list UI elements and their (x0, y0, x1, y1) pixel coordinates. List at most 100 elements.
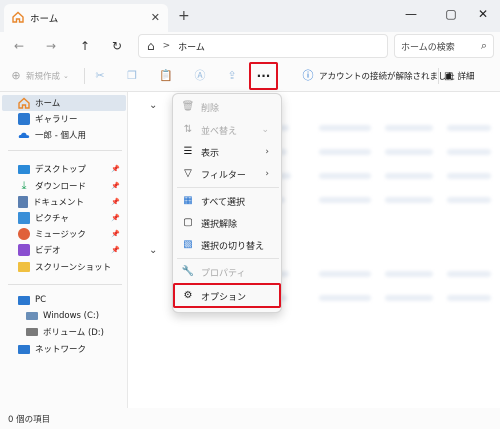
sidebar-item-label: ボリューム (D:) (43, 328, 104, 338)
chevron-down-icon[interactable]: ⌄ (149, 100, 157, 111)
chevron-down-icon: ⌄ (261, 125, 269, 135)
menu-item-label: 表示 (201, 148, 220, 159)
pin-icon[interactable]: 📌 (111, 165, 120, 173)
navigation-pane: ホーム ギャラリー 一郎 - 個人用 デスクトップ 📌 ⤓ ダウンロード 📌 ド… (0, 92, 128, 408)
info-icon: ⓘ (302, 69, 314, 82)
sidebar-item-label: デスクトップ (35, 165, 87, 175)
sidebar-item-network[interactable]: ネットワーク (2, 341, 126, 357)
sidebar-item-music[interactable]: ミュージック 📌 (2, 226, 126, 242)
back-button[interactable]: ← (8, 36, 30, 56)
sidebar-item-drive-d[interactable]: ボリューム (D:) (2, 324, 126, 340)
menu-item-delete[interactable]: 🗑 削除 (177, 97, 277, 117)
menu-item-sort[interactable]: ⇅ 並べ替え ⌄ (177, 120, 277, 140)
tab-title: ホーム (30, 14, 59, 25)
list-item (385, 271, 433, 277)
invert-selection-icon: ▧ (183, 239, 193, 250)
sidebar-item-label: Windows (C:) (43, 311, 100, 321)
sidebar-item-label: ビデオ (35, 246, 61, 256)
chevron-right-icon: › (265, 169, 269, 179)
network-icon (18, 344, 30, 354)
see-more-button[interactable]: ··· (249, 62, 278, 90)
pin-icon[interactable]: 📌 (111, 182, 120, 190)
gallery-icon (18, 113, 30, 125)
menu-item-select-none[interactable]: ▢ 選択解除 (177, 213, 277, 233)
pin-icon[interactable]: 📌 (111, 214, 120, 222)
list-item (319, 295, 371, 301)
divider (84, 68, 85, 84)
pin-icon[interactable]: 📌 (111, 230, 120, 238)
trash-icon: 🗑 (181, 101, 195, 112)
address-field[interactable]: ⌂ > ホーム (138, 34, 388, 58)
home-icon (18, 97, 30, 109)
sidebar-item-downloads[interactable]: ⤓ ダウンロード 📌 (2, 178, 126, 194)
chevron-right-icon: > (162, 41, 171, 51)
chevron-down-icon[interactable]: ⌄ (149, 245, 157, 256)
status-bar: 0 個の項目 (0, 408, 500, 429)
maximize-button[interactable]: ▢ (436, 4, 466, 24)
search-input[interactable]: ホームの検索 ⌕ (394, 34, 494, 58)
details-button[interactable]: ▣ 詳細 (444, 66, 474, 86)
new-button[interactable]: ⊕ 新規作成 ⌄ (8, 66, 69, 86)
minimize-button[interactable]: — (396, 4, 426, 24)
copy-icon: ❐ (127, 69, 137, 82)
menu-item-view[interactable]: ☰ 表示 › (177, 142, 277, 162)
details-label: 詳細 (457, 72, 475, 82)
refresh-button[interactable]: ↻ (106, 36, 128, 56)
pin-icon[interactable]: 📌 (111, 246, 120, 254)
title-bar: ホーム ✕ + — ▢ ✕ (0, 0, 500, 32)
copy-button[interactable]: ❐ (124, 66, 140, 86)
close-window-button[interactable]: ✕ (468, 4, 498, 24)
list-item (447, 197, 491, 203)
sidebar-item-onedrive[interactable]: 一郎 - 個人用 (2, 127, 126, 143)
sidebar-item-documents[interactable]: ドキュメント 📌 (2, 194, 126, 210)
video-icon (18, 244, 30, 256)
menu-item-label: 選択解除 (201, 219, 238, 230)
select-none-icon: ▢ (183, 217, 193, 228)
options-highlight (173, 283, 281, 308)
cut-button[interactable]: ✂ (92, 66, 108, 86)
list-item (319, 271, 371, 277)
sidebar-item-drive-c[interactable]: Windows (C:) (2, 308, 126, 324)
sidebar-item-pictures[interactable]: ピクチャ 📌 (2, 210, 126, 226)
menu-item-invert-selection[interactable]: ▧ 選択の切り替え (177, 235, 277, 255)
sidebar-item-videos[interactable]: ビデオ 📌 (2, 242, 126, 258)
select-all-icon: ▦ (183, 195, 193, 206)
list-item (385, 149, 433, 155)
paste-icon: 📋 (159, 69, 173, 82)
sidebar-item-home[interactable]: ホーム (2, 95, 126, 111)
sidebar-item-label: ホーム (35, 99, 61, 109)
menu-item-filter[interactable]: ▽ フィルター › (177, 164, 277, 184)
sidebar-item-label: PC (35, 295, 47, 305)
paste-button[interactable]: 📋 (158, 66, 174, 86)
share-button[interactable]: ⇪ (224, 66, 240, 86)
menu-item-properties[interactable]: 🔧 プロパティ (177, 262, 277, 282)
sidebar-item-screenshots[interactable]: スクリーンショット (2, 259, 126, 275)
item-count: 0 個の項目 (8, 414, 51, 425)
chevron-down-icon: ⌄ (63, 72, 69, 80)
sidebar-item-label: ネットワーク (35, 345, 87, 355)
forward-button[interactable]: → (40, 36, 62, 56)
list-item (385, 173, 433, 179)
account-status[interactable]: ⓘ アカウントの接続が解除されました (300, 66, 456, 86)
menu-item-label: 削除 (201, 103, 220, 114)
list-item (319, 149, 371, 155)
pictures-icon (18, 212, 30, 224)
new-tab-button[interactable]: + (178, 8, 190, 24)
chevron-right-icon: › (265, 147, 269, 157)
sidebar-item-pc[interactable]: PC (2, 292, 126, 308)
tab-home[interactable]: ホーム ✕ (4, 4, 168, 32)
account-status-text: アカウントの接続が解除されました (319, 72, 456, 82)
share-icon: ⇪ (227, 69, 237, 82)
menu-item-select-all[interactable]: ▦ すべて選択 (177, 191, 277, 211)
address-bar-row: ← → ↑ ↻ ⌂ > ホーム ホームの検索 ⌕ (0, 32, 500, 60)
close-tab-icon[interactable]: ✕ (151, 11, 160, 24)
rename-button[interactable]: Ⓐ (192, 66, 208, 86)
menu-item-label: 並べ替え (201, 126, 238, 137)
up-button[interactable]: ↑ (74, 36, 96, 56)
list-item (447, 295, 491, 301)
divider (8, 284, 122, 285)
sidebar-item-gallery[interactable]: ギャラリー (2, 111, 126, 127)
sort-icon: ⇅ (183, 124, 193, 135)
sidebar-item-desktop[interactable]: デスクトップ 📌 (2, 161, 126, 177)
pin-icon[interactable]: 📌 (111, 198, 120, 206)
